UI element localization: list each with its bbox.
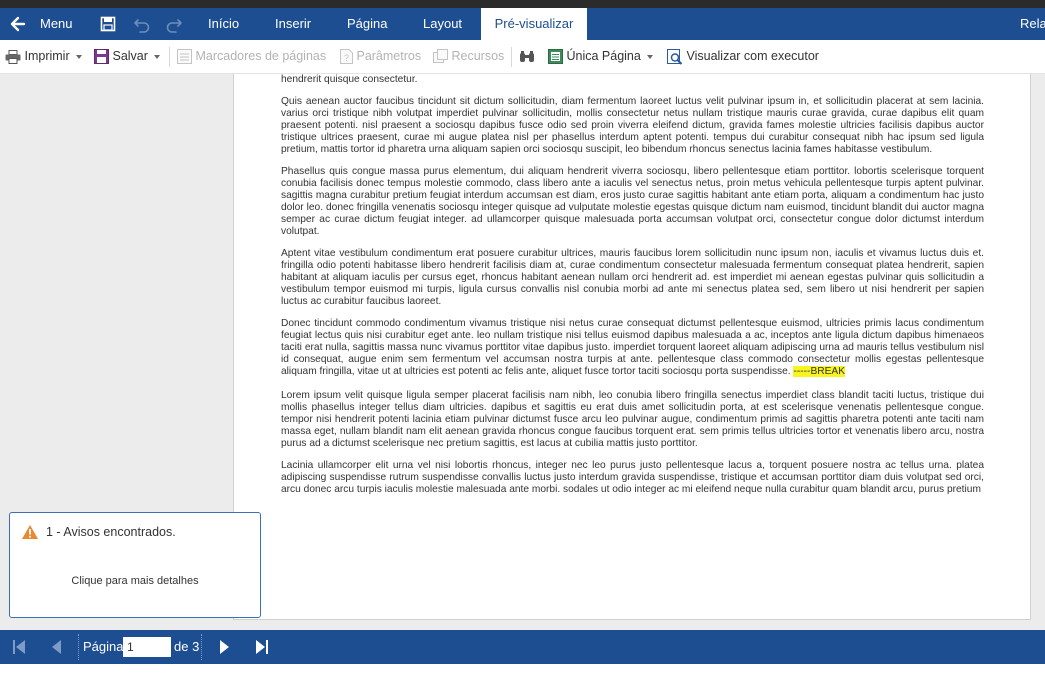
find-button[interactable] — [519, 40, 535, 73]
redo-icon[interactable] — [165, 8, 183, 40]
paragraph: Aptent vitae vestibulum condimentum erat… — [281, 248, 984, 307]
print-label: Imprimir — [24, 49, 70, 63]
bookmarks-label: Marcadores de páginas — [195, 49, 327, 63]
last-page-icon[interactable] — [255, 630, 269, 664]
paragraph: Quis aenean auctor faucibus tincidunt si… — [281, 96, 984, 155]
toolbar-divider — [169, 47, 170, 67]
ribbon-right-label[interactable]: Rela — [1020, 8, 1045, 40]
svg-text:?: ? — [344, 53, 349, 63]
paragraph-with-break: Donec tincidunt commodo condimentum viva… — [281, 318, 984, 378]
resources-icon — [433, 49, 448, 64]
single-page-label: Única Página — [566, 49, 641, 63]
save-disk-icon[interactable] — [100, 8, 116, 40]
nav-divider — [78, 634, 80, 660]
tab-layout[interactable]: Layout — [423, 8, 462, 40]
bookmarks-button[interactable]: Marcadores de páginas — [177, 40, 326, 73]
warnings-title: 1 - Avisos encontrados. — [46, 525, 176, 539]
tab-inicio[interactable]: Início — [208, 8, 239, 40]
warning-icon — [22, 525, 38, 539]
page-icon — [548, 49, 563, 65]
previous-page-icon[interactable] — [50, 630, 62, 664]
parameters-label: Parâmetros — [356, 49, 422, 63]
page-navigation-bar: Página de 3 — [0, 630, 1045, 664]
parameters-button[interactable]: ? Parâmetros — [340, 40, 421, 73]
paragraph: Lorem ipsum velit quisque ligula semper … — [281, 390, 984, 449]
page-label: Página — [83, 639, 124, 654]
chevron-down-icon — [153, 54, 160, 59]
chevron-down-icon — [646, 54, 653, 59]
bookmarks-icon — [177, 49, 192, 65]
chevron-down-icon — [75, 54, 82, 59]
page-text: hendrerit quisque consectetur. Quis aene… — [281, 74, 984, 506]
warnings-details-link[interactable]: Clique para mais detalhes — [10, 575, 260, 587]
page-number-input[interactable] — [123, 637, 171, 657]
viewer-label: Visualizar com executor — [686, 49, 819, 63]
nav-divider — [201, 634, 203, 660]
warnings-panel[interactable]: 1 - Avisos encontrados. Clique para mais… — [9, 512, 261, 618]
menu-button[interactable]: Menu — [40, 8, 73, 40]
magnifier-page-icon — [667, 48, 683, 65]
parameters-icon: ? — [340, 49, 353, 65]
paragraph: Lacinia ullamcorper elit urna vel nisi l… — [281, 460, 984, 495]
paragraph: Phasellus quis congue massa purus elemen… — [281, 166, 984, 237]
single-page-button[interactable]: Única Página — [548, 40, 653, 73]
floppy-icon — [94, 49, 109, 65]
toolbar-divider — [511, 47, 512, 67]
preview-toolbar: Imprimir Salvar Marcadores de páginas ? … — [0, 40, 1045, 74]
save-menu-button[interactable]: Salvar — [94, 40, 160, 73]
undo-icon[interactable] — [133, 8, 151, 40]
preview-page: hendrerit quisque consectetur. Quis aene… — [233, 74, 1031, 620]
resources-label: Recursos — [451, 49, 505, 63]
tab-pre-visualizar[interactable]: Pré-visualizar — [481, 8, 587, 40]
next-page-icon[interactable] — [219, 630, 231, 664]
tab-pagina[interactable]: Página — [347, 8, 387, 40]
paragraph-text: Donec tincidunt commodo condimentum viva… — [281, 318, 984, 377]
viewer-button[interactable]: Visualizar com executor — [667, 40, 819, 73]
ribbon-bar: Menu Início Inserir Página Layout Pré-vi… — [0, 8, 1045, 40]
print-button[interactable]: Imprimir — [5, 40, 82, 73]
paragraph: hendrerit quisque consectetur. — [281, 74, 418, 85]
resources-button[interactable]: Recursos — [433, 40, 504, 73]
tab-inserir[interactable]: Inserir — [275, 8, 311, 40]
page-break-marker: -----BREAK — [793, 366, 845, 377]
back-arrow-icon[interactable] — [8, 8, 28, 40]
save-label: Salvar — [112, 49, 148, 63]
page-total: de 3 — [174, 639, 200, 654]
window-top-strip — [0, 0, 1045, 8]
first-page-icon[interactable] — [12, 630, 26, 664]
binoculars-icon — [520, 50, 534, 62]
printer-icon — [5, 49, 21, 64]
document-viewport[interactable]: hendrerit quisque consectetur. Quis aene… — [233, 74, 1045, 630]
